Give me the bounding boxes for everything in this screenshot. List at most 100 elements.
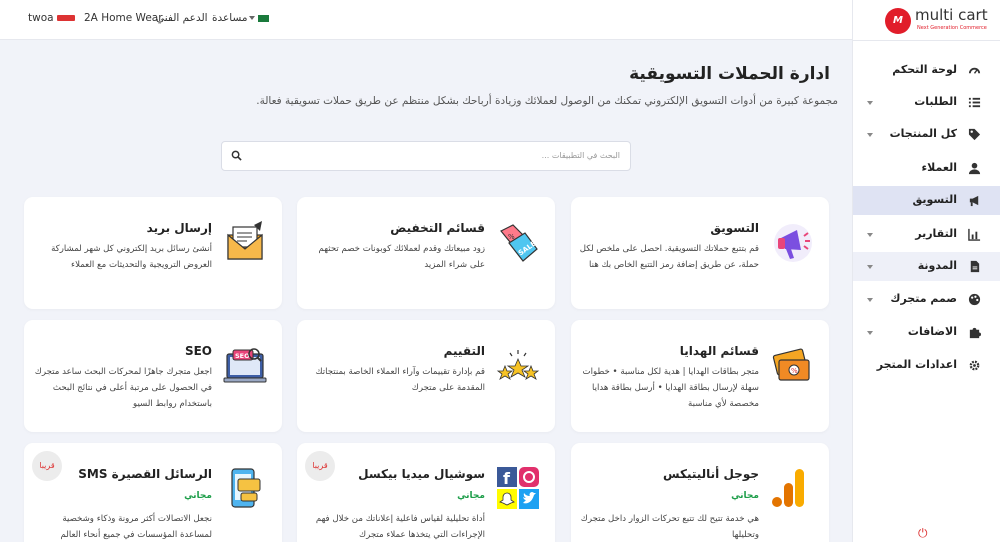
card-title: التقييم	[443, 344, 485, 358]
user-icon	[968, 162, 981, 175]
app-card-seo[interactable]: SEO اجعل متجرك جاهزًا لمحركات البحث ساعد…	[24, 320, 282, 432]
card-title: سوشيال ميديا بيكسل	[358, 467, 485, 481]
card-title: التسويق	[710, 221, 759, 235]
sidebar-item-products[interactable]: كل المنتجات	[853, 120, 1000, 149]
sidebar-item-addons[interactable]: الاضافات	[853, 318, 1000, 347]
help-label: مساعدة	[212, 12, 248, 24]
card-title: قسائم الهدايا	[679, 344, 759, 358]
sidebar-item-label: التقارير	[915, 227, 957, 240]
flag-icon	[258, 14, 270, 22]
app-card-rating[interactable]: التقييم قم بإدارة تقييمات وآراء العملاء …	[297, 320, 555, 432]
brand-mark: M	[885, 8, 911, 34]
dashboard-icon	[968, 67, 981, 74]
app-card-sms[interactable]: قريبا الرسائل القصيرة SMS مجاني نجعل الا…	[24, 443, 282, 542]
svg-text:%: %	[791, 367, 798, 375]
card-description: قم بتتبع حملاتك التسويقية. احصل على ملخص…	[579, 244, 759, 270]
card-description: قم بإدارة تقييمات وآراء العملاء الخاصة ب…	[315, 367, 485, 393]
card-title: الرسائل القصيرة SMS	[78, 467, 212, 481]
sidebar-item-label: التسويق	[912, 193, 957, 206]
sidebar-item-orders[interactable]: الطلبات	[853, 88, 1000, 117]
sms-icon	[231, 468, 261, 508]
sidebar-item-label: لوحة التحكم	[892, 63, 957, 76]
gear-icon	[969, 360, 980, 371]
app-card-gift-vouchers[interactable]: قسائم الهدايا متجر بطاقات الهدايا | هدية…	[571, 320, 829, 432]
social-icons: f	[497, 467, 539, 509]
sidebar-item-label: كل المنتجات	[889, 127, 957, 140]
brand-logo[interactable]: M multi cart Next Generation Commerce	[885, 6, 995, 36]
stars-icon	[496, 350, 540, 380]
card-description: اجعل متجرك جاهزًا لمحركات البحث ساعد متج…	[34, 367, 212, 409]
app-card-discount-coupons[interactable]: قسائم التخفيض زود مبيعاتك وقدم لعملائك ك…	[297, 197, 555, 309]
card-description: أنشئ رسائل بريد إلكتروني كل شهر لمشاركة …	[51, 244, 212, 270]
document-icon	[970, 260, 980, 273]
power-icon[interactable]: ⏻	[918, 526, 928, 541]
app-card-google-analytics[interactable]: جوجل أناليتيكس مجاني هي خدمة تتيح لك تتب…	[571, 443, 829, 542]
sidebar-item-label: العملاء	[921, 161, 957, 174]
tag-icon	[968, 128, 981, 141]
app-card-send-email[interactable]: إرسال بريد أنشئ رسائل بريد إلكتروني كل ش…	[24, 197, 282, 309]
brand-tagline: Next Generation Commerce	[917, 25, 987, 31]
help-menu[interactable]: مساعدة	[212, 12, 270, 24]
card-description: زود مبيعاتك وقدم لعملائك كوبونات خصم تحث…	[318, 244, 485, 270]
free-label: مجاني	[731, 491, 759, 501]
chevron-down-icon	[867, 265, 873, 269]
sidebar-item-label: صمم متجرك	[890, 292, 957, 305]
orders-icon	[968, 97, 981, 108]
support-link[interactable]: الدعم الفني	[156, 12, 208, 24]
store-logo	[56, 15, 75, 21]
megaphone-icon	[774, 224, 812, 262]
store-switch-twoa[interactable]: twoa	[28, 12, 75, 24]
puzzle-icon	[969, 327, 981, 339]
sidebar-item-label: الطلبات	[914, 95, 957, 108]
free-label: مجاني	[184, 491, 212, 501]
free-label: مجاني	[457, 491, 485, 501]
card-title: جوجل أناليتيكس	[663, 467, 759, 481]
sale-tag-icon: % SALE	[500, 224, 538, 262]
svg-text:f: f	[503, 469, 511, 488]
page-description: مجموعة كبيرة من أدوات التسويق الإلكتروني…	[256, 95, 838, 107]
sidebar-item-settings[interactable]: اعدادات المتجر	[853, 351, 1000, 380]
chevron-down-icon	[867, 298, 873, 302]
chevron-down-icon	[867, 101, 873, 105]
palette-icon	[968, 293, 981, 306]
coming-soon-badge: قريبا	[32, 451, 62, 481]
chevron-down-icon	[867, 133, 873, 137]
search-icon[interactable]	[231, 150, 242, 161]
svg-text:SEO: SEO	[235, 352, 250, 360]
envelope-icon	[227, 221, 263, 260]
megaphone-icon	[969, 195, 979, 207]
chart-icon	[968, 228, 981, 241]
card-description: متجر بطاقات الهدايا | هدية لكل مناسبة • …	[582, 367, 759, 409]
chevron-down-icon	[867, 233, 873, 237]
sidebar: M multi cart Next Generation Commerce لو…	[852, 0, 1000, 542]
card-title: إرسال بريد	[146, 221, 212, 235]
sidebar-item-blog[interactable]: المدونة	[853, 252, 1000, 281]
card-description: نجعل الاتصالات أكثر مرونة وذكاء وشخصية ل…	[60, 514, 212, 540]
chevron-down-icon	[867, 331, 873, 335]
sidebar-item-customers[interactable]: العملاء	[853, 154, 1000, 183]
card-title: SEO	[184, 344, 212, 358]
search-placeholder: البحث في التطبيقات ...	[541, 151, 620, 160]
brand-name: multi cart	[915, 6, 988, 24]
chevron-down-icon	[249, 16, 256, 20]
card-title: قسائم التخفيض	[390, 221, 485, 235]
top-bar: twoa 2A Home Wear الدعم الفني مساعدة	[0, 0, 852, 40]
page-title: ادارة الحملات التسويقية	[629, 64, 830, 84]
divider	[853, 40, 1000, 41]
store-switch-2a[interactable]: 2A Home Wear	[84, 12, 163, 24]
sidebar-item-marketing[interactable]: التسويق	[853, 186, 1000, 215]
sidebar-item-design[interactable]: صمم متجرك	[853, 285, 1000, 314]
store-name: twoa	[28, 12, 54, 24]
app-card-marketing[interactable]: التسويق قم بتتبع حملاتك التسويقية. احصل …	[571, 197, 829, 309]
sidebar-item-label: الاضافات	[907, 325, 957, 338]
coming-soon-badge: قريبا	[305, 451, 335, 481]
search-input[interactable]: البحث في التطبيقات ...	[221, 141, 631, 171]
sidebar-item-reports[interactable]: التقارير	[853, 220, 1000, 249]
card-description: أداة تحليلية لقياس فاعلية إعلاناتك من خل…	[315, 514, 485, 540]
sidebar-item-dashboard[interactable]: لوحة التحكم	[853, 56, 1000, 85]
sidebar-item-label: المدونة	[917, 259, 957, 272]
gift-card-icon: %	[772, 348, 810, 381]
app-card-social-pixel[interactable]: قريبا سوشيال ميديا بيكسل مجاني أداة تحلي…	[297, 443, 555, 542]
card-description: هي خدمة تتيح لك تتبع تحركات الزوار داخل …	[580, 514, 759, 540]
seo-icon: SEO	[223, 348, 267, 383]
